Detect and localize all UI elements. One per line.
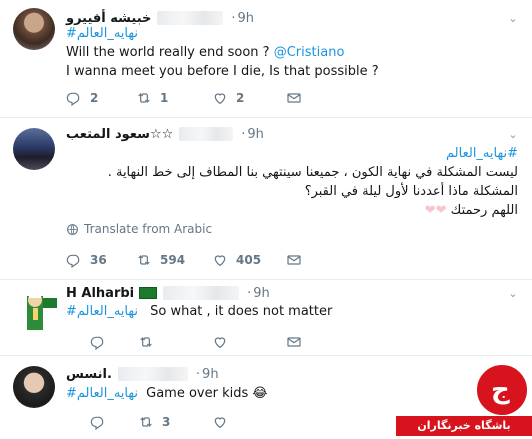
heart-icon (214, 417, 226, 429)
avatar[interactable] (13, 288, 61, 336)
envelope-icon (287, 93, 301, 103)
hashtag-link[interactable]: #نهايه_العالم (66, 26, 138, 41)
watermark-label: باشگاه خبرنگاران (417, 419, 511, 432)
retweet-icon (140, 417, 152, 427)
retweet-count: 594 (160, 253, 186, 267)
avatar[interactable] (13, 128, 55, 170)
heart-icon (214, 93, 226, 105)
heart-emoji: ❤❤ (424, 203, 447, 218)
retweet-button[interactable]: 3 (138, 414, 170, 430)
timestamp[interactable]: 9h (253, 286, 270, 301)
text-line: اللهم رحمتك (450, 203, 518, 218)
blurred-handle (163, 286, 240, 300)
hashtag-link[interactable]: #نهايه_العالم (446, 146, 518, 161)
reply-icon (90, 416, 104, 430)
blurred-handle (179, 127, 234, 141)
reply-icon (66, 92, 80, 106)
tweet-2[interactable]: سعود المتعب☆☆ · 9h ⌄ #نهايه_العالم ليست … (0, 118, 532, 280)
tweet-header: H Alharbi · 9h (66, 285, 270, 301)
retweet-button[interactable]: 594 (136, 252, 185, 268)
hashtag-link[interactable]: #نهايه_العالم (66, 304, 138, 319)
cartoon-avatar-icon (27, 293, 57, 330)
reply-button[interactable] (90, 334, 114, 350)
tweet-actions: 36 594 405 (66, 252, 306, 272)
tweet-1[interactable]: خبيشه أفييرو · 9h ⌄ #نهايه_العالم Will t… (0, 0, 532, 118)
message-button[interactable] (286, 90, 310, 106)
heart-icon (214, 337, 226, 349)
like-count: 405 (236, 253, 262, 267)
mention-link[interactable]: @Cristiano (274, 45, 345, 60)
text-line: I wanna meet you before I die, Is that p… (66, 64, 379, 79)
text-line: المشكلة ماذا أعددنا لأول ليلة في القبر؟ (304, 184, 518, 199)
tweet-text: #نهايه_العالم So what , it does not matt… (66, 302, 332, 321)
text-line: So what , it does not matter (150, 304, 333, 319)
blurred-handle (117, 367, 188, 381)
reply-icon (66, 254, 80, 268)
globe-icon (67, 223, 78, 235)
saudi-flag-icon (139, 287, 158, 299)
watermark-logo: ج باشگاه خبرنگاران (396, 362, 532, 439)
reply-button[interactable] (90, 414, 114, 430)
timestamp[interactable]: 9h (247, 127, 264, 142)
envelope-icon (287, 337, 301, 347)
reply-icon (90, 336, 104, 350)
message-button[interactable] (286, 252, 310, 268)
reply-count: 36 (90, 253, 107, 267)
like-button[interactable] (212, 414, 236, 430)
retweet-icon (138, 93, 150, 103)
like-button[interactable] (212, 334, 236, 350)
hashtag-link[interactable]: #نهايه_العالم (66, 386, 138, 401)
translate-label: Translate from Arabic (84, 222, 213, 236)
tweet-text: #نهايه_العالم Game over kids 😂 (66, 384, 268, 403)
display-name[interactable]: انسس. (66, 367, 112, 382)
tweet-text: #نهايه_العالم ليست المشكلة في نهاية الكو… (107, 144, 518, 220)
display-name[interactable]: H Alharbi (66, 286, 134, 301)
tweet-header: انسس. · 9h (66, 366, 219, 382)
display-name[interactable]: سعود المتعب☆☆ (66, 127, 173, 142)
like-button[interactable]: 405 (212, 252, 261, 268)
text-line: Will the world really end soon ? (66, 45, 270, 60)
reply-count: 2 (90, 91, 99, 105)
reply-button[interactable]: 36 (66, 252, 107, 268)
chevron-down-icon[interactable]: ⌄ (506, 128, 520, 142)
envelope-icon (287, 255, 301, 265)
retweet-button[interactable] (138, 334, 162, 350)
like-button[interactable]: 2 (212, 90, 244, 106)
logo-circle: ج (474, 362, 530, 418)
tweet-3[interactable]: H Alharbi · 9h ⌄ #نهايه_العالم So what ,… (0, 280, 532, 356)
tweet-header: سعود المتعب☆☆ · 9h (66, 126, 264, 142)
text-line: ليست المشكلة في نهاية الكون ، جميعنا سين… (107, 165, 518, 180)
retweet-icon (140, 337, 152, 347)
text-line: Game over kids 😂 (146, 386, 268, 401)
avatar[interactable] (13, 8, 55, 50)
tweet-actions: 2 1 2 (66, 90, 306, 110)
tweet-actions: 3 (90, 414, 320, 434)
retweet-count: 1 (160, 91, 169, 105)
blurred-handle (157, 11, 224, 25)
timestamp[interactable]: 9h (202, 367, 219, 382)
logo-mark-icon: ج (491, 375, 510, 405)
retweet-count: 3 (162, 415, 171, 429)
translate-link[interactable]: Translate from Arabic (66, 222, 212, 236)
retweet-button[interactable]: 1 (136, 90, 168, 106)
chevron-down-icon[interactable]: ⌄ (506, 287, 520, 301)
tweet-text: #نهايه_العالم Will the world really end … (66, 24, 379, 81)
retweet-icon (138, 255, 150, 265)
watermark-banner: باشگاه خبرنگاران (396, 416, 532, 436)
message-button[interactable] (286, 334, 310, 350)
reply-button[interactable]: 2 (66, 90, 98, 106)
avatar[interactable] (13, 366, 55, 408)
chevron-down-icon[interactable]: ⌄ (506, 12, 520, 26)
heart-icon (214, 255, 226, 267)
tweet-actions (90, 334, 320, 354)
like-count: 2 (236, 91, 245, 105)
